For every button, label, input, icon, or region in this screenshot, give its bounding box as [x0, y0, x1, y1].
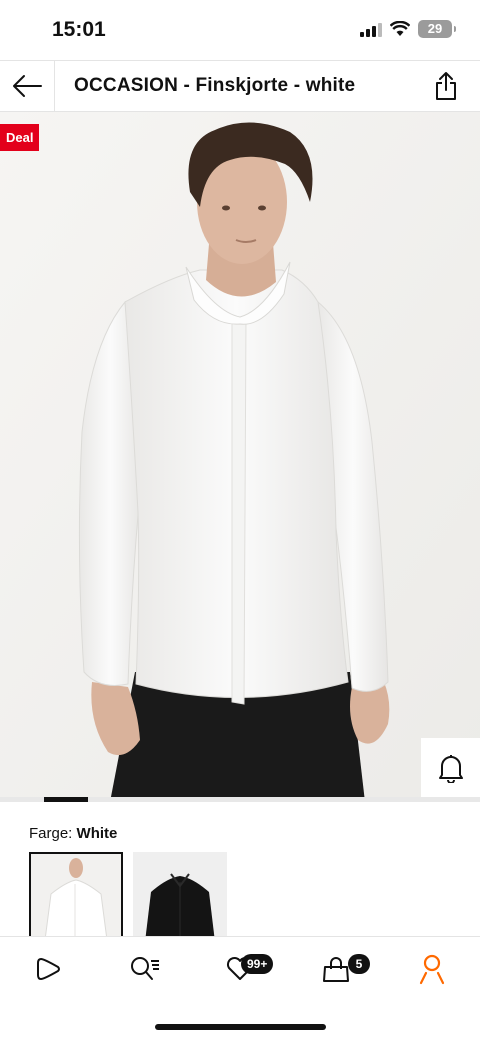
image-pager	[0, 797, 480, 802]
bell-icon	[438, 754, 463, 783]
color-swatches	[29, 852, 227, 942]
nav-search[interactable]	[125, 951, 165, 987]
cellular-signal-icon	[360, 21, 382, 37]
home-play-icon	[37, 958, 60, 980]
color-value: White	[76, 825, 118, 842]
wifi-icon	[390, 21, 410, 36]
notify-button[interactable]	[421, 738, 480, 797]
nav-profile[interactable]	[412, 951, 452, 987]
deal-badge: Deal	[0, 124, 40, 151]
arrow-left-icon	[13, 75, 42, 97]
image-pager-indicator	[44, 797, 88, 802]
back-button[interactable]	[10, 69, 44, 103]
wishlist-count-badge: 99+	[241, 954, 274, 974]
battery-indicator: 29	[418, 20, 456, 38]
black-shirt-thumbnail	[133, 852, 227, 942]
header-divider	[54, 61, 55, 112]
search-icon	[131, 957, 159, 980]
nav-home[interactable]	[28, 951, 68, 987]
product-image[interactable]: Deal	[0, 112, 480, 802]
product-header: OCCASION - Finskjorte - white	[0, 60, 480, 112]
home-indicator	[155, 1024, 326, 1030]
share-icon	[436, 72, 456, 100]
status-bar: 15:01 29	[0, 0, 480, 60]
status-icons: 29	[360, 20, 456, 38]
color-label: Farge: White	[29, 825, 117, 842]
status-time: 15:01	[52, 18, 106, 41]
bag-count-badge: 5	[348, 954, 370, 974]
color-label-text: Farge:	[29, 825, 73, 842]
swatch-black[interactable]	[133, 852, 227, 942]
share-button[interactable]	[430, 69, 462, 103]
swatch-white[interactable]	[29, 852, 123, 942]
white-shirt-thumbnail	[31, 854, 121, 940]
model-photo	[0, 112, 480, 802]
side-actions	[421, 738, 480, 802]
page-title: OCCASION - Finskjorte - white	[74, 75, 356, 96]
shopping-bag-icon	[323, 957, 349, 982]
profile-icon	[419, 954, 445, 985]
